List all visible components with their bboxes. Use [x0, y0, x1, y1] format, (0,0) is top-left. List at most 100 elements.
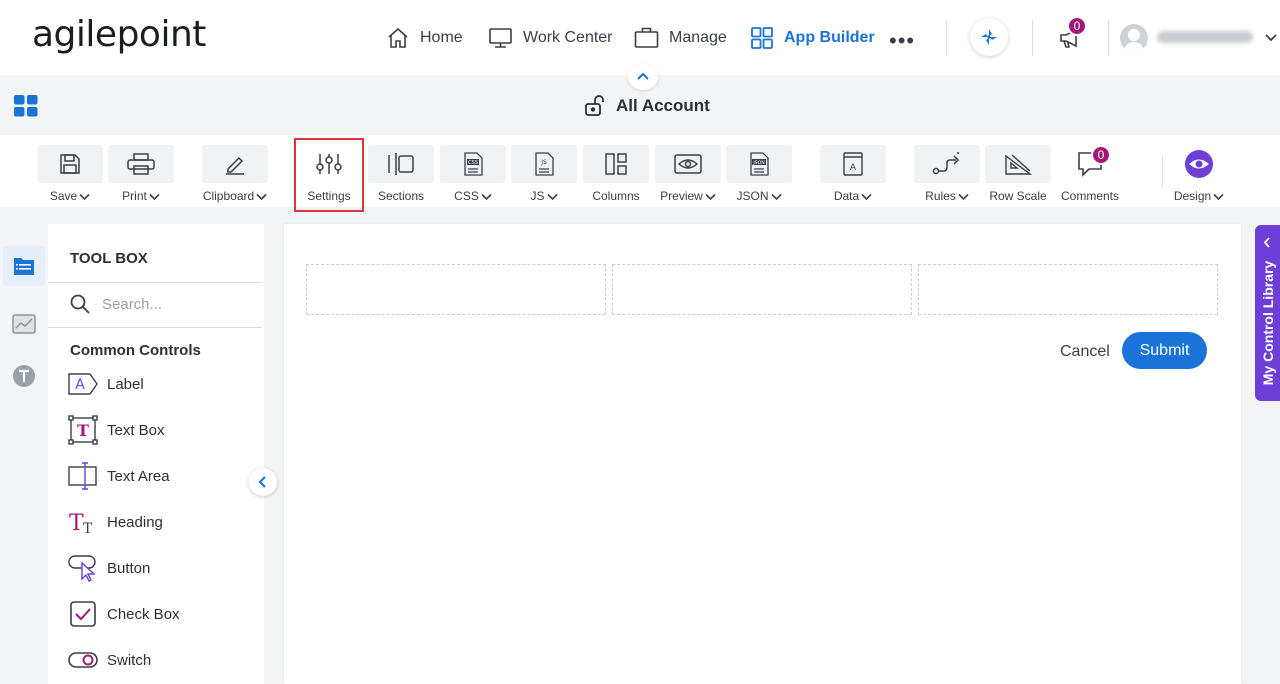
toolbox-search — [70, 294, 252, 314]
form-column-drop-zone[interactable] — [918, 264, 1218, 315]
chevron-down-icon — [958, 193, 969, 200]
rules-button[interactable]: Rules — [914, 145, 980, 203]
label-control-icon: A — [68, 373, 98, 395]
toolbox-panel: TOOL BOX Common Controls A Label T Text … — [48, 224, 264, 684]
form-toolbar: Save Print Clipboard Settings Sections C… — [0, 135, 1280, 212]
form-column-drop-zone[interactable] — [306, 264, 606, 315]
chevron-down-icon[interactable] — [1264, 30, 1278, 44]
sections-icon — [388, 153, 414, 175]
submit-button[interactable]: Submit — [1122, 332, 1207, 369]
nav-app-builder[interactable]: App Builder — [750, 24, 875, 52]
clipboard-button[interactable]: Clipboard — [202, 145, 268, 203]
ruler-triangle-icon — [1005, 154, 1032, 175]
svg-text:A: A — [850, 163, 857, 173]
svg-text:CSS: CSS — [468, 160, 478, 166]
chevron-down-icon — [1213, 193, 1224, 200]
rail-templates[interactable] — [3, 356, 45, 396]
monitor-icon — [489, 28, 512, 48]
user-name-blurred[interactable] — [1157, 31, 1253, 43]
heading-control-icon: TT — [69, 511, 93, 536]
more-menu-icon[interactable]: ••• — [889, 28, 915, 54]
row-scale-label: Row Scale — [989, 189, 1047, 203]
design-mode-button[interactable]: Design — [1166, 145, 1232, 203]
json-file-icon: JSON — [750, 152, 769, 176]
chevron-up-icon — [637, 72, 649, 80]
design-label: Design — [1173, 189, 1212, 203]
settings-button[interactable]: Settings — [294, 138, 364, 212]
control-text-box-text: Text Box — [107, 421, 165, 439]
nav-work-center[interactable]: Work Center — [488, 24, 613, 52]
row-scale-button[interactable]: Row Scale — [985, 145, 1051, 203]
columns-button[interactable]: Columns — [583, 145, 649, 203]
form-column-drop-zone[interactable] — [612, 264, 912, 315]
control-switch[interactable]: Switch — [68, 645, 151, 675]
my-control-library-tab[interactable]: My Control Library — [1255, 225, 1280, 401]
cancel-button[interactable]: Cancel — [1046, 335, 1124, 369]
page-title-text: All Account — [616, 96, 710, 115]
page-title: All Account — [584, 94, 710, 118]
control-button-text: Button — [107, 559, 151, 577]
agilepoint-logo[interactable]: agilepoint — [32, 14, 206, 55]
template-t-icon — [13, 365, 35, 387]
svg-text:A: A — [75, 377, 85, 393]
control-text-area[interactable]: Text Area — [68, 461, 170, 491]
divider — [48, 327, 262, 328]
chevron-down-icon — [149, 193, 160, 200]
toolbox-search-input[interactable] — [102, 295, 252, 313]
nav-home[interactable]: Home — [386, 24, 463, 52]
app-switcher-icon[interactable] — [14, 95, 38, 117]
js-button[interactable]: JS JS — [511, 145, 577, 203]
my-control-library-label: My Control Library — [1259, 260, 1276, 386]
sections-button[interactable]: Sections — [368, 145, 434, 203]
comments-button[interactable]: Comments — [1057, 145, 1123, 203]
pencil-icon — [226, 156, 244, 175]
unlock-icon[interactable] — [584, 94, 608, 118]
briefcase-icon — [634, 27, 659, 48]
preview-button[interactable]: Preview — [655, 145, 721, 203]
chevron-down-icon — [79, 193, 90, 200]
control-label-text: Label — [107, 375, 144, 393]
collapse-header-button[interactable] — [628, 64, 658, 90]
grid-icon — [751, 27, 773, 49]
preview-label: Preview — [660, 189, 703, 203]
control-heading[interactable]: TT Heading — [68, 507, 163, 537]
js-file-icon: JS — [535, 152, 554, 176]
switch-toggle-icon — [68, 652, 98, 668]
css-file-icon: CSS — [464, 152, 483, 176]
data-button[interactable]: A Data — [820, 145, 886, 203]
button-cursor-icon — [68, 555, 96, 582]
rail-form-controls[interactable] — [3, 246, 45, 286]
save-icon — [60, 154, 80, 174]
svg-text:T: T — [83, 521, 93, 536]
form-design-canvas[interactable]: Cancel Submit — [284, 224, 1241, 684]
css-label: CSS — [454, 189, 479, 203]
svg-text:JSON: JSON — [752, 160, 764, 166]
agilepoint-spark-button[interactable] — [970, 18, 1008, 56]
control-label[interactable]: A Label — [68, 369, 144, 399]
toolbox-title: TOOL BOX — [70, 250, 148, 267]
pinwheel-icon — [981, 29, 997, 45]
control-check-box-text: Check Box — [107, 605, 180, 623]
json-button[interactable]: JSON JSON — [726, 145, 792, 203]
collapse-toolbox-button[interactable] — [249, 468, 277, 496]
json-label: JSON — [736, 189, 769, 203]
control-check-box[interactable]: Check Box — [68, 599, 180, 629]
save-button[interactable]: Save — [37, 145, 103, 203]
chevron-left-icon — [1263, 237, 1270, 248]
css-button[interactable]: CSS CSS — [440, 145, 506, 203]
data-label: Data — [833, 189, 860, 203]
printer-icon — [127, 153, 155, 175]
rules-label: Rules — [925, 189, 956, 203]
comments-count-badge: 0 — [1091, 145, 1111, 165]
svg-text:T: T — [69, 511, 84, 536]
nav-manage[interactable]: Manage — [634, 24, 727, 52]
divider — [48, 282, 262, 283]
clipboard-label: Clipboard — [202, 189, 255, 203]
nav-manage-label: Manage — [669, 29, 727, 46]
control-text-box[interactable]: T Text Box — [68, 415, 165, 445]
rail-analytics[interactable] — [3, 304, 45, 344]
print-button[interactable]: Print — [108, 145, 174, 203]
nav-divider — [1032, 20, 1033, 56]
control-button[interactable]: Button — [68, 553, 150, 583]
user-avatar[interactable] — [1120, 24, 1148, 52]
